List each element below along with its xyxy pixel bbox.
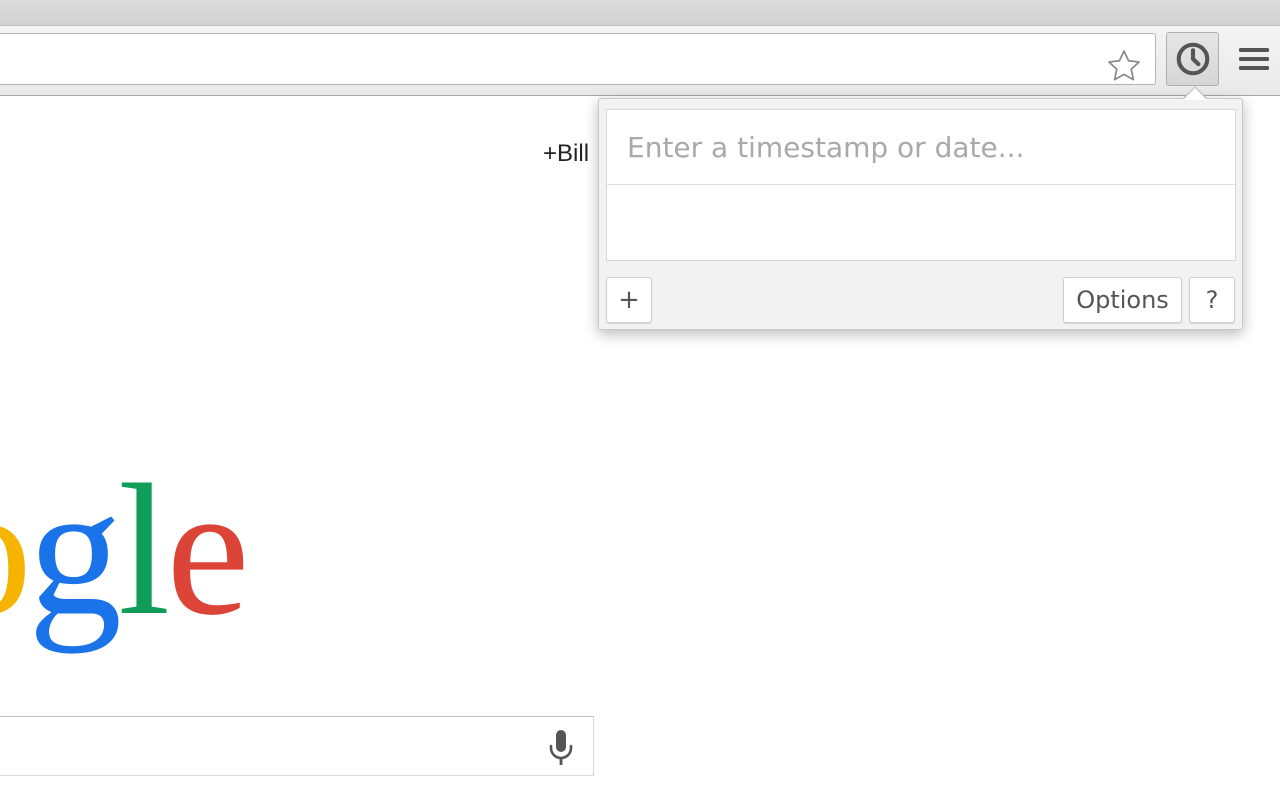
search-box[interactable] (0, 716, 594, 776)
address-input[interactable] (5, 40, 1085, 78)
timestamp-popup: + Options ? (598, 98, 1243, 330)
help-button[interactable]: ? (1189, 277, 1235, 323)
browser-menu-button[interactable] (1234, 40, 1274, 78)
add-button[interactable]: + (606, 277, 652, 323)
hamburger-menu-icon (1239, 48, 1269, 70)
user-profile-link[interactable]: +Bill (543, 140, 589, 168)
window-titlebar (0, 0, 1280, 26)
search-input[interactable] (7, 729, 527, 765)
voice-search-button[interactable] (541, 727, 581, 769)
popup-footer: + Options ? (599, 271, 1242, 329)
popup-arrow-inner (1183, 88, 1207, 100)
timestamp-panel (606, 109, 1236, 261)
google-logo: ogle (0, 445, 250, 654)
microphone-icon (549, 730, 573, 765)
timestamp-extension-button[interactable] (1166, 32, 1219, 86)
browser-toolbar (0, 26, 1280, 96)
logo-letter: l (118, 445, 170, 654)
options-button[interactable]: Options (1063, 277, 1182, 323)
timestamp-input[interactable] (607, 110, 1235, 185)
clock-icon (1176, 42, 1209, 76)
logo-letter: o (0, 456, 32, 644)
bookmark-star-icon[interactable] (1101, 44, 1147, 88)
address-bar[interactable] (0, 33, 1156, 85)
logo-letter: e (166, 445, 249, 654)
results-area (607, 186, 1235, 260)
logo-letter: g (28, 445, 122, 654)
